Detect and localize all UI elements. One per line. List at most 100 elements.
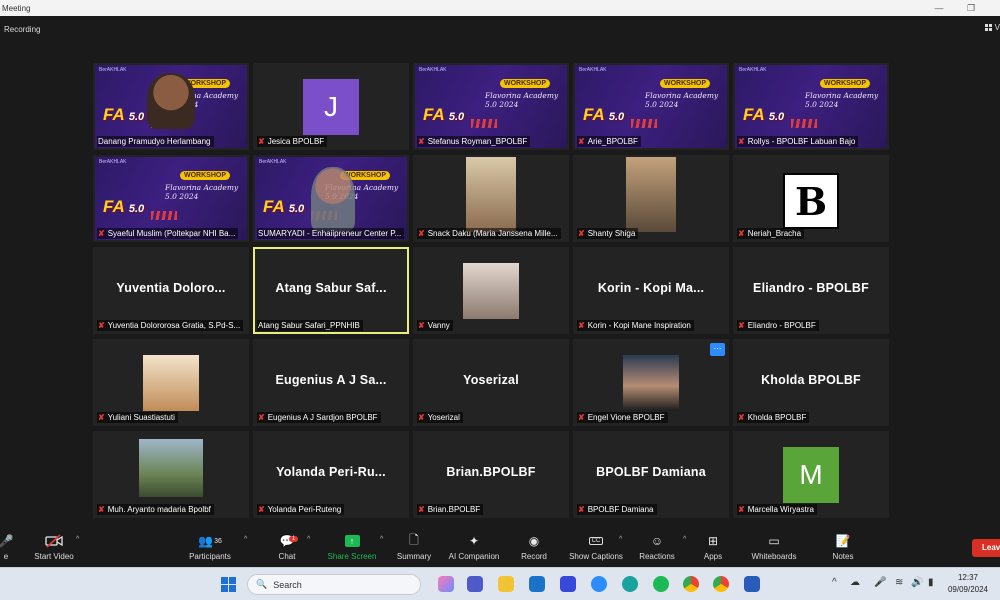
- windows-taskbar: 🔍 Search ^ ☁ 🎤 ≋ 🔊 ▮ 12:37 09/09/2024: [0, 567, 1000, 600]
- mic-off-icon: ✘: [98, 413, 105, 422]
- spotify-icon[interactable]: [653, 576, 669, 592]
- participant-tile[interactable]: J ✘ Jesica BPOLBF: [253, 63, 409, 150]
- participant-tile[interactable]: ✘ Vanny: [413, 247, 569, 334]
- restore-button[interactable]: ❐: [958, 0, 984, 16]
- participant-tile[interactable]: BerAKHLAKWORKSHOPFlavorina Academy 5.0 2…: [733, 63, 889, 150]
- captions-chevron-icon[interactable]: ^: [619, 536, 622, 543]
- participant-tile[interactable]: Yoserizal ✘ Yoserizal: [413, 339, 569, 426]
- pen-app-icon[interactable]: [560, 576, 576, 592]
- participant-display-name: Korin - Kopi Ma...: [597, 281, 705, 295]
- mic-off-icon: ✘: [258, 137, 265, 146]
- taskbar-clock[interactable]: 12:37 09/09/2024: [946, 572, 990, 596]
- reactions-icon: ☺: [650, 534, 664, 548]
- avatar-initial: J: [303, 79, 359, 135]
- mic-off-icon: ✘: [258, 413, 265, 422]
- edge-icon[interactable]: [622, 576, 638, 592]
- chrome-profile-icon[interactable]: [713, 576, 729, 592]
- windows-start-icon[interactable]: [221, 577, 236, 592]
- participant-tile[interactable]: ✘ Shanty Shiga: [573, 155, 729, 242]
- word-icon[interactable]: [744, 576, 760, 592]
- participant-tile[interactable]: BerAKHLAKWORKSHOPFlavorina Academy 5.0 2…: [93, 63, 249, 150]
- participant-tile[interactable]: Yolanda Peri-Ru... ✘ Yolanda Peri-Ruteng: [253, 431, 409, 518]
- share-screen-button[interactable]: ↑ Share Screen: [324, 533, 380, 561]
- participant-name-label: ✘ Yuventia Dolororosa Gratia, S.Pd-S...: [97, 320, 244, 331]
- battery-icon[interactable]: ▮: [928, 577, 934, 588]
- clock-time: 12:37: [957, 573, 979, 582]
- share-chevron-icon[interactable]: ^: [380, 536, 383, 543]
- participant-name-label: ✘ Jesica BPOLBF: [257, 136, 328, 147]
- show-captions-button[interactable]: CC Show Captions: [568, 533, 624, 561]
- participant-tile[interactable]: BerAKHLAKWORKSHOPFlavorina Academy 5.0 2…: [93, 155, 249, 242]
- record-button[interactable]: ◉ Record: [506, 533, 562, 561]
- slide-logo: FA 5.0: [103, 197, 145, 216]
- participant-tile[interactable]: M ✘ Marcella Wiryastra: [733, 431, 889, 518]
- leave-button[interactable]: Leav: [972, 539, 1000, 557]
- store-icon[interactable]: [529, 576, 545, 592]
- participant-tile[interactable]: Eugenius A J Sa... ✘ Eugenius A J Sardjon …: [253, 339, 409, 426]
- copilot-icon[interactable]: [438, 576, 454, 592]
- slide-badge: WORKSHOP: [180, 171, 230, 180]
- participant-tile[interactable]: Atang Sabur Saf... Atang Sabur Safari_PPN…: [253, 247, 409, 334]
- tray-overflow-chevron-icon[interactable]: ^: [832, 577, 837, 588]
- mic-off-icon: ✘: [258, 505, 265, 514]
- meeting-top-strip: Recording V: [0, 16, 1000, 46]
- participant-tile[interactable]: ✘ Snack Daku (Maria Janssena Mille...: [413, 155, 569, 242]
- apps-button[interactable]: ⊞ Apps: [685, 533, 741, 561]
- more-options-icon[interactable]: ⋯: [710, 343, 725, 356]
- participant-display-name: Yoserizal: [463, 373, 519, 387]
- participant-name: Snack Daku (Maria Janssena Mille...: [427, 229, 558, 238]
- start-video-button[interactable]: Start Video: [26, 533, 82, 561]
- participant-tile[interactable]: BerAKHLAKWORKSHOPFlavorina Academy 5.0 2…: [253, 155, 409, 242]
- participant-tile[interactable]: BerAKHLAKWORKSHOPFlavorina Academy 5.0 2…: [413, 63, 569, 150]
- file-explorer-icon[interactable]: [498, 576, 514, 592]
- participant-name-label: ✘ Marcella Wiryastra: [737, 504, 817, 515]
- participant-tile[interactable]: ⋯ ✘ Engel Vione BPOLBF: [573, 339, 729, 426]
- summary-button[interactable]: 🗋 Summary: [386, 533, 442, 562]
- participant-tile[interactable]: Korin - Kopi Ma... ✘ Korin - Kopi Mane Ins…: [573, 247, 729, 334]
- taskbar-search[interactable]: 🔍 Search: [247, 574, 421, 595]
- participant-tile[interactable]: Eliandro - BPOLBF ✘ Eliandro - BPOLBF: [733, 247, 889, 334]
- notes-label: Notes: [832, 552, 854, 561]
- whiteboard-icon: ▭: [768, 534, 780, 548]
- participant-display-name: BPOLBF Damiana: [596, 465, 706, 479]
- participant-tile[interactable]: Kholda BPOLBF ✘ Kholda BPOLBF: [733, 339, 889, 426]
- cloud-icon[interactable]: ☁: [850, 577, 860, 588]
- participant-name-label: ✘ Syaeful Muslim (Poltekpar NHI Ba...: [97, 228, 239, 239]
- whiteboards-button[interactable]: ▭ Whiteboards: [746, 533, 802, 561]
- grid-view-icon: [984, 24, 992, 31]
- participant-tile[interactable]: Yuventia Doloro... ✘ Yuventia Dolororosa G…: [93, 247, 249, 334]
- view-button[interactable]: V: [984, 23, 1000, 32]
- reactions-button[interactable]: ☺ Reactions: [629, 533, 685, 561]
- apps-icon: ⊞: [707, 534, 719, 548]
- participant-name-label: ✘ BPOLBF Damiana: [577, 504, 657, 515]
- notes-button[interactable]: 📝 Notes: [815, 533, 871, 561]
- recording-indicator[interactable]: Recording: [4, 25, 40, 34]
- chrome-icon[interactable]: [683, 576, 699, 592]
- participant-tile[interactable]: ✘ Muh. Aryanto madaria Bpolbf: [93, 431, 249, 518]
- participant-name: Arie_BPOLBF: [587, 137, 638, 146]
- mic-off-icon: ✘: [738, 413, 745, 422]
- participant-tile[interactable]: ✘ Yuliani Suastiastuti: [93, 339, 249, 426]
- slide-subtitle: Flavorina Academy 5.0 2024: [805, 91, 879, 109]
- chat-chevron-icon[interactable]: ^: [307, 536, 310, 543]
- zoom-app-icon[interactable]: [591, 576, 607, 592]
- wifi-icon[interactable]: ≋: [895, 577, 903, 588]
- participants-button[interactable]: 👥 36 Participants: [182, 533, 238, 561]
- participant-name: Brian.BPOLBF: [427, 505, 481, 514]
- participants-label: Participants: [189, 552, 231, 561]
- view-label: V: [994, 23, 1000, 32]
- participant-tile[interactable]: BPOLBF Damiana ✘ BPOLBF Damiana: [573, 431, 729, 518]
- zoom-window: Meeting — ❐ Recording V BerAKHLAK WORKSHO…: [0, 0, 1000, 600]
- participant-tile[interactable]: Brian.BPOLBF ✘ Brian.BPOLBF: [413, 431, 569, 518]
- participant-name: Stefanus Royman_BPOLBF: [427, 137, 528, 146]
- volume-icon[interactable]: 🔊: [911, 577, 923, 588]
- teams-icon[interactable]: [467, 576, 483, 592]
- participants-chevron-icon[interactable]: ^: [244, 536, 247, 543]
- ai-companion-button[interactable]: ✦ AI Companion: [446, 533, 502, 561]
- notes-icon: 📝: [835, 534, 851, 548]
- participant-tile[interactable]: B ✘ Neriah_Bracha: [733, 155, 889, 242]
- participant-tile[interactable]: BerAKHLAKWORKSHOPFlavorina Academy 5.0 2…: [573, 63, 729, 150]
- microphone-tray-icon[interactable]: 🎤: [874, 577, 886, 588]
- minimize-button[interactable]: —: [926, 0, 952, 16]
- video-options-chevron-icon[interactable]: ^: [76, 536, 79, 543]
